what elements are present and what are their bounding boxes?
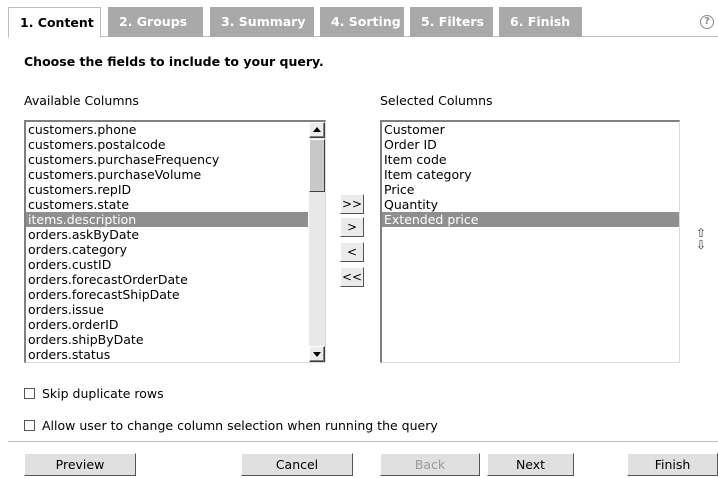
back-button[interactable]: Back	[380, 453, 480, 476]
list-item[interactable]: orders.shipByDate	[26, 332, 308, 347]
cancel-button[interactable]: Cancel	[241, 453, 353, 476]
footer-divider	[8, 441, 718, 442]
skip-duplicates-label: Skip duplicate rows	[42, 386, 164, 401]
list-item[interactable]: orders.forecastShipDate	[26, 287, 308, 302]
list-item[interactable]: orders.category	[26, 242, 308, 257]
tab-groups[interactable]: 2. Groups	[108, 7, 203, 37]
list-item[interactable]: customers.repID	[26, 182, 308, 197]
move-down-icon[interactable]: ⇩	[696, 239, 706, 251]
skip-duplicates-option[interactable]: Skip duplicate rows	[24, 386, 164, 401]
instruction-text: Choose the fields to include to your que…	[24, 54, 324, 69]
tab-finish[interactable]: 6. Finish	[499, 7, 582, 37]
allow-change-label: Allow user to change column selection wh…	[42, 418, 438, 433]
list-item[interactable]: orders.orderID	[26, 317, 308, 332]
list-item[interactable]: Price	[382, 182, 679, 197]
tab-summary[interactable]: 3. Summary	[210, 7, 314, 37]
allow-change-option[interactable]: Allow user to change column selection wh…	[24, 418, 438, 433]
selected-columns-list[interactable]: Customer Order ID Item code Item categor…	[380, 120, 680, 363]
list-item[interactable]: orders.forecastOrderDate	[26, 272, 308, 287]
list-item[interactable]: orders.issue	[26, 302, 308, 317]
question-circle-icon[interactable]: ?	[700, 15, 714, 29]
preview-button[interactable]: Preview	[24, 453, 136, 476]
wizard-tab-bar: 1. Content 2. Groups 3. Summary 4. Sorti…	[8, 7, 718, 38]
list-item[interactable]: Order ID	[382, 137, 679, 152]
skip-duplicates-checkbox[interactable]	[24, 388, 35, 399]
list-item[interactable]: Item category	[382, 167, 679, 182]
add-button[interactable]: >	[340, 217, 364, 237]
available-columns-label: Available Columns	[24, 93, 139, 108]
scroll-down-arrow-icon[interactable]	[309, 346, 325, 362]
allow-change-checkbox[interactable]	[24, 420, 35, 431]
next-button[interactable]: Next	[487, 453, 574, 476]
finish-button[interactable]: Finish	[627, 453, 718, 476]
list-item-selected[interactable]: Extended price	[382, 212, 679, 227]
list-item[interactable]: Item code	[382, 152, 679, 167]
available-columns-list[interactable]: customers.phone customers.postalcode cus…	[24, 120, 326, 363]
remove-all-button[interactable]: <<	[340, 267, 364, 287]
available-list-scrollbar[interactable]	[309, 122, 325, 362]
list-item[interactable]: customers.phone	[26, 122, 308, 137]
selected-columns-label: Selected Columns	[380, 93, 493, 108]
add-all-button[interactable]: >>	[340, 194, 364, 214]
scrollbar-thumb[interactable]	[309, 139, 325, 192]
scroll-up-arrow-icon[interactable]	[309, 122, 325, 138]
list-item[interactable]: customers.state	[26, 197, 308, 212]
tab-sorting[interactable]: 4. Sorting	[320, 7, 404, 37]
list-item[interactable]: orders.custID	[26, 257, 308, 272]
list-item[interactable]: Customer	[382, 122, 679, 137]
list-item-selected[interactable]: items.description	[26, 212, 308, 227]
tab-content[interactable]: 1. Content	[8, 7, 101, 38]
move-up-icon[interactable]: ⇧	[696, 227, 706, 239]
list-item[interactable]: customers.purchaseVolume	[26, 167, 308, 182]
tab-filters[interactable]: 5. Filters	[410, 7, 493, 37]
list-item[interactable]: orders.askByDate	[26, 227, 308, 242]
remove-button[interactable]: <	[340, 242, 364, 262]
list-item[interactable]: customers.postalcode	[26, 137, 308, 152]
list-item[interactable]: orders.status	[26, 347, 308, 362]
list-item[interactable]: Quantity	[382, 197, 679, 212]
list-item[interactable]: customers.purchaseFrequency	[26, 152, 308, 167]
